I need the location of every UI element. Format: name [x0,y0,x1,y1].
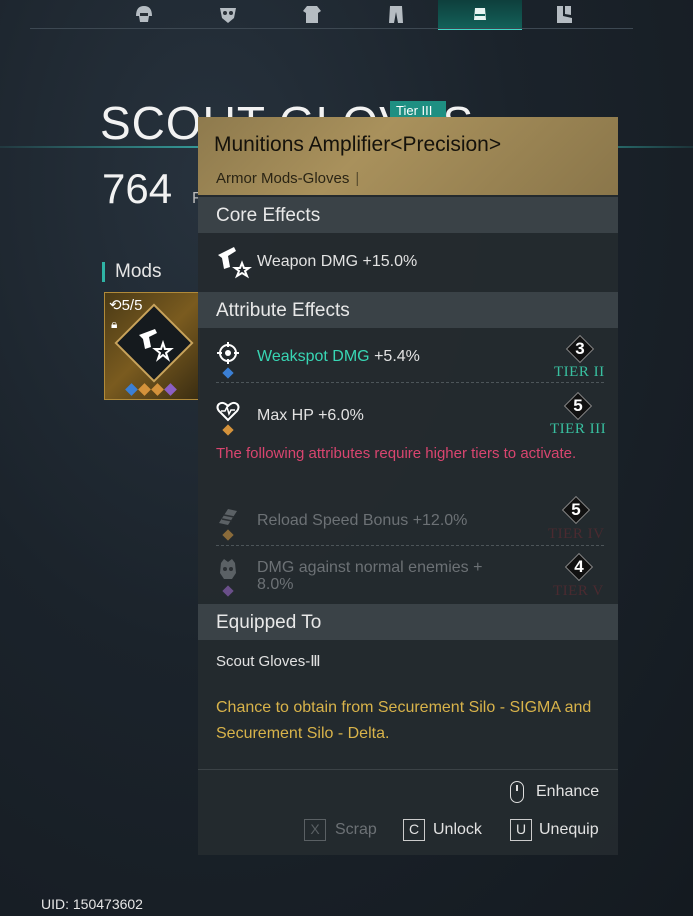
mod-tooltip: Munitions Amplifier<Precision> Armor Mod… [198,117,618,855]
attribute-text: Weakspot DMG +5.4% [257,348,420,365]
heart-pulse-icon [216,401,240,422]
equipment-tab-bar [0,0,693,30]
tab-boots[interactable] [522,0,606,28]
roll-count-badge: 5 [563,391,593,421]
attribute-effects-header: Attribute Effects [198,292,618,328]
scrap-action[interactable]: Scrap [335,821,377,839]
gem-orange [222,529,234,541]
pistol-star-icon [139,329,174,362]
user-id: UID: 150473602 [41,896,143,912]
unequip-key: U [510,819,532,841]
enemy-skull-icon [220,559,236,579]
tier-requirement-warning: The following attributes require higher … [216,445,577,462]
lock-icon: 🔒︎ [111,317,118,331]
tier-label: TIER IV [548,526,605,542]
helmet-icon [136,6,152,22]
mod-category: Armor Mods-Gloves | [216,170,360,187]
scrap-key: X [304,819,326,841]
mods-heading: Mods [102,262,161,282]
mod-slot[interactable]: ⟲5/5 🔒︎ [104,292,200,400]
mod-count: ⟲5/5 [109,297,143,314]
tab-helmet[interactable] [102,0,186,28]
gloves-icon [474,8,486,20]
tab-bar-divider [30,28,633,29]
boots-icon [557,6,572,23]
tier-label: TIER III [550,421,607,437]
mod-gems [125,383,177,396]
equipped-item: Scout Gloves-Ⅲ [216,653,321,670]
tier-label: TIER V [553,583,604,599]
unlock-key: C [403,819,425,841]
gem-orange [151,383,164,396]
mask-icon [220,8,236,23]
equipped-to-header: Equipped To [198,604,618,640]
tab-gloves[interactable] [438,0,522,30]
tab-mask[interactable] [186,0,270,28]
attribute-text: Reload Speed Bonus +12.0% [257,512,468,529]
mod-title: Munitions Amplifier<Precision> [214,133,502,156]
attribute-text: Max HP +6.0% [257,407,364,424]
roll-count-badge: 3 [565,334,595,364]
gem-purple [222,585,234,597]
mouse-icon [510,781,524,803]
gem-orange [138,383,151,396]
tier-label: TIER II [554,364,605,380]
tab-top[interactable] [270,0,354,28]
pants-icon [389,6,403,23]
top-armor-icon [303,6,321,23]
unequip-action[interactable]: Unequip [539,821,599,839]
footer-divider [198,769,618,770]
pistol-star-icon [218,247,252,279]
gem-purple [164,383,177,396]
enhance-action[interactable]: Enhance [536,783,599,801]
row-divider [216,382,604,383]
core-effects-header: Core Effects [198,197,618,233]
core-effect-text: Weapon DMG +15.0% [257,253,418,270]
refresh-icon: ⟲ [109,297,122,314]
unlock-action[interactable]: Unlock [433,821,482,839]
gem-blue [125,383,138,396]
roll-count-badge: 4 [564,552,594,582]
source-info: Chance to obtain from Securement Silo - … [216,699,592,742]
gem-blue [222,367,234,379]
roll-count-badge: 5 [561,495,591,525]
attribute-text: DMG against normal enemies +8.0% [257,559,483,593]
gem-orange [222,424,234,436]
reload-icon [219,509,237,525]
tab-pants[interactable] [354,0,438,28]
item-level: 764 [102,165,173,212]
row-divider [216,545,604,546]
crosshair-icon [217,342,239,364]
tooltip-header: Munitions Amplifier<Precision> Armor Mod… [198,117,618,195]
